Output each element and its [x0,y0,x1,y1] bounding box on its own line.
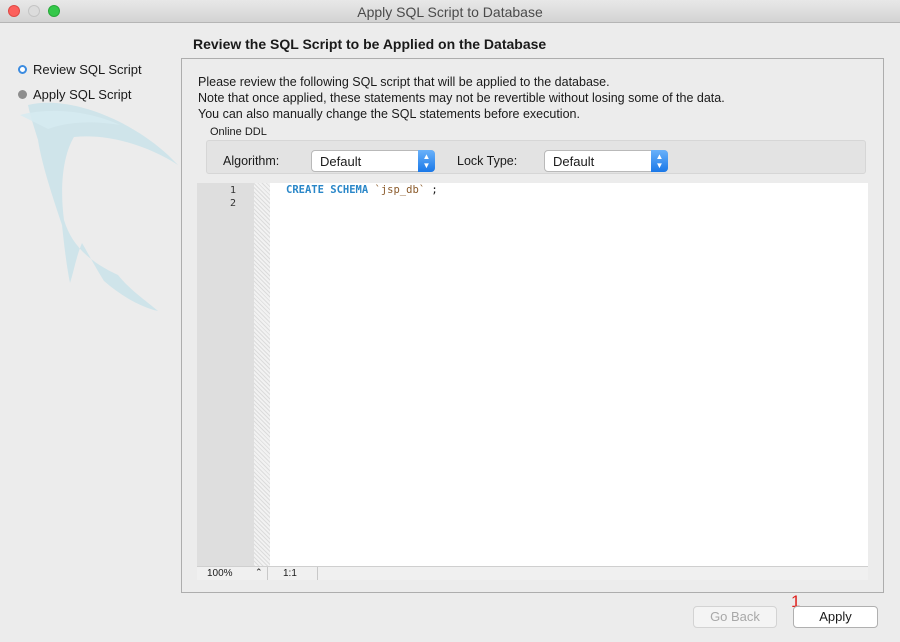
description: Please review the following SQL script t… [198,74,725,122]
step-label: Review SQL Script [33,62,142,77]
algorithm-value: Default [320,154,362,169]
fold-margin [254,183,270,566]
divider [267,567,268,580]
line-number: 2 [229,198,236,209]
line-number-gutter: 1 2 [197,183,254,566]
sql-terminator: ; [431,184,438,196]
description-line: Please review the following SQL script t… [198,75,610,89]
cursor-position: 1:1 [283,568,297,579]
sql-keyword: CREATE SCHEMA [286,184,369,196]
current-step-icon [18,65,27,74]
divider [317,567,318,580]
algorithm-select[interactable]: Default ▲ ▼ [311,150,435,172]
description-line: You can also manually change the SQL sta… [198,107,580,121]
pending-step-icon [18,90,27,99]
select-arrows-icon: ▲ ▼ [651,150,668,172]
algorithm-label: Algorithm: [223,154,280,168]
apply-button[interactable]: Apply [793,606,878,628]
title-bar: Apply SQL Script to Database [0,0,900,23]
dolphin-watermark-icon [20,102,178,311]
lock-type-label: Lock Type: [457,154,518,168]
step-label: Apply SQL Script [33,87,132,102]
zoom-level[interactable]: 100% [207,568,233,579]
online-ddl-label: Online DDL [210,126,267,138]
window-title: Apply SQL Script to Database [357,4,543,20]
editor-status-bar: 100% ⌃ 1:1 [197,566,868,580]
go-back-button[interactable]: Go Back [693,606,777,628]
lock-type-select[interactable]: Default ▲ ▼ [544,150,668,172]
content-panel: Please review the following SQL script t… [181,58,884,593]
page-title: Review the SQL Script to be Applied on t… [193,36,547,52]
description-line: Note that once applied, these statements… [198,91,725,105]
line-number: 1 [229,185,236,196]
select-arrows-icon: ▲ ▼ [418,150,435,172]
sql-identifier: `jsp_db` [374,184,426,196]
zoom-stepper-icon[interactable]: ⌃ [255,567,263,578]
lock-type-value: Default [553,154,595,169]
sql-editor[interactable]: 1 2 CREATE SCHEMA `jsp_db` ; 100% ⌃ 1:1 [197,183,868,580]
online-ddl-panel: Algorithm: Default ▲ ▼ Lock Type: Default… [206,140,866,174]
code-line[interactable]: CREATE SCHEMA `jsp_db` ; [286,184,438,196]
